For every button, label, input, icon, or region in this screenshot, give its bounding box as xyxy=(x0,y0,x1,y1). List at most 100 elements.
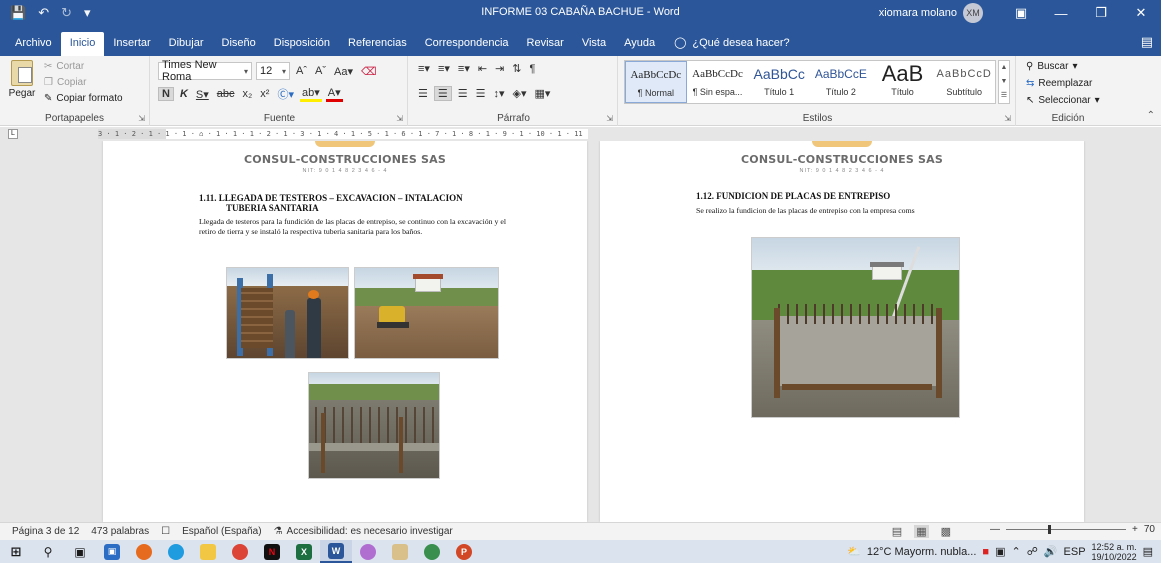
align-right-icon[interactable]: ☰ xyxy=(456,87,470,100)
search-icon[interactable]: ⚲ xyxy=(32,540,64,563)
multilevel-list-icon[interactable]: ≡▾ xyxy=(456,62,472,75)
tray-app-icon[interactable]: ▣ xyxy=(995,545,1005,558)
zoom-slider[interactable] xyxy=(1006,525,1127,534)
file-explorer-icon[interactable] xyxy=(192,540,224,563)
subscript-icon[interactable]: x₂ xyxy=(241,88,255,100)
volume-icon[interactable]: 🔊 xyxy=(1044,545,1058,558)
text-effects-icon[interactable]: Ⓒ▾ xyxy=(275,86,296,102)
align-center-icon[interactable]: ☰ xyxy=(433,86,452,101)
pilcrow-icon[interactable]: ¶ xyxy=(528,63,538,75)
restore-button[interactable]: ❐ xyxy=(1081,0,1121,26)
styles-launcher-icon[interactable]: ⇲ xyxy=(1004,114,1011,123)
minimize-button[interactable]: — xyxy=(1041,0,1081,26)
task-view-icon[interactable]: ▣ xyxy=(64,540,96,563)
italic-icon[interactable]: K xyxy=(178,88,190,100)
find-button[interactable]: ⚲ Buscar ▾ xyxy=(1026,58,1100,75)
network-icon[interactable]: ☍ xyxy=(1027,545,1038,558)
clock[interactable]: 12:52 a. m. 19/10/2022 xyxy=(1092,542,1137,562)
tab-ayuda[interactable]: Ayuda xyxy=(615,32,664,56)
style-title[interactable]: AaB Título xyxy=(872,61,934,103)
select-button[interactable]: ↖ Seleccionar ▾ xyxy=(1026,92,1100,109)
highlight-icon[interactable]: ab▾ xyxy=(300,86,322,102)
borders-icon[interactable]: ▦▾ xyxy=(533,87,553,100)
firefox-icon[interactable] xyxy=(128,540,160,563)
tell-me-box[interactable]: ◯ ¿Qué desea hacer? xyxy=(674,32,790,56)
chrome-icon[interactable] xyxy=(224,540,256,563)
chevron-up-icon[interactable]: ⌃ xyxy=(1011,545,1020,558)
zoom-out-icon[interactable]: — xyxy=(990,524,1000,535)
weather-icon[interactable]: ⛅ xyxy=(847,545,861,558)
line-spacing-icon[interactable]: ↕▾ xyxy=(492,87,507,100)
underline-icon[interactable]: S▾ xyxy=(194,88,211,101)
justify-icon[interactable]: ☰ xyxy=(474,87,488,100)
excel-icon[interactable]: X xyxy=(288,540,320,563)
decrease-indent-icon[interactable]: ⇤ xyxy=(476,62,489,75)
style-heading-2[interactable]: AaBbCcE Título 2 xyxy=(810,61,872,103)
copy-button[interactable]: ❐ Copiar xyxy=(44,75,123,91)
numbering-icon[interactable]: ≡▾ xyxy=(436,62,452,75)
tab-vista[interactable]: Vista xyxy=(573,32,615,56)
paste-button[interactable]: Pegar xyxy=(6,60,38,99)
print-layout-icon[interactable]: ▦ xyxy=(914,525,929,538)
photo-tuberia[interactable] xyxy=(308,372,440,479)
proofing-status[interactable]: ☐ xyxy=(161,526,170,537)
tab-dibujar[interactable]: Dibujar xyxy=(160,32,213,56)
strikethrough-icon[interactable]: abc xyxy=(215,88,237,100)
word-icon[interactable]: W xyxy=(320,540,352,563)
netflix-icon[interactable]: N xyxy=(256,540,288,563)
clipboard-launcher-icon[interactable]: ⇲ xyxy=(138,114,145,123)
cut-button[interactable]: ✂ Cortar xyxy=(44,59,123,75)
language-indicator[interactable]: Español (España) xyxy=(182,526,262,537)
photo-testeros[interactable] xyxy=(226,267,349,359)
document-area[interactable]: CONSUL-CONSTRUCCIONES SAS NIT: 9 0 1 4 8… xyxy=(0,141,1161,522)
clear-formatting-icon[interactable]: ⌫ xyxy=(359,65,379,78)
accessibility-status[interactable]: ⚗ Accesibilidad: es necesario investigar xyxy=(274,526,453,537)
tray-app-icon[interactable]: ■ xyxy=(982,546,989,558)
tab-revisar[interactable]: Revisar xyxy=(518,32,573,56)
increase-indent-icon[interactable]: ⇥ xyxy=(493,62,506,75)
shrink-font-icon[interactable]: Aˇ xyxy=(313,65,328,77)
tab-diseno[interactable]: Diseño xyxy=(213,32,265,56)
user-name[interactable]: xiomara molano xyxy=(879,7,957,19)
change-case-icon[interactable]: Aa▾ xyxy=(332,65,355,78)
collapse-ribbon-icon[interactable]: ⌃ xyxy=(1147,110,1155,121)
tab-disposicion[interactable]: Disposición xyxy=(265,32,339,56)
edge-icon[interactable] xyxy=(160,540,192,563)
zoom-level[interactable]: 70 xyxy=(1144,524,1155,535)
tab-selector[interactable]: L xyxy=(8,129,18,139)
chrome-profile-icon[interactable] xyxy=(416,540,448,563)
close-button[interactable]: ✕ xyxy=(1121,0,1161,26)
notifications-icon[interactable]: ▤ xyxy=(1143,545,1153,558)
snipping-tool-icon[interactable] xyxy=(352,540,384,563)
powerpoint-icon[interactable]: P xyxy=(448,540,480,563)
tab-correspondencia[interactable]: Correspondencia xyxy=(416,32,518,56)
align-left-icon[interactable]: ☰ xyxy=(416,87,430,100)
redo-icon[interactable]: ↻ xyxy=(61,5,72,21)
style-no-spacing[interactable]: AaBbCcDc ¶ Sin espa... xyxy=(687,61,749,103)
tab-inicio[interactable]: Inicio xyxy=(60,32,105,56)
tab-archivo[interactable]: Archivo xyxy=(6,32,61,56)
weather-text[interactable]: 12°C Mayorm. nubla... xyxy=(867,546,977,558)
app-icon[interactable] xyxy=(384,540,416,563)
font-size-select[interactable]: 12 ▾ xyxy=(256,62,290,80)
sort-icon[interactable]: ⇅ xyxy=(510,62,523,75)
style-subtitle[interactable]: AaBbCcD Subtítulo xyxy=(933,61,995,103)
undo-icon[interactable]: ↶ xyxy=(38,5,49,21)
page[interactable]: CONSUL-CONSTRUCCIONES SAS NIT: 9 0 1 4 8… xyxy=(600,141,1084,522)
page-count[interactable]: Página 3 de 12 xyxy=(12,526,79,537)
customize-qat-icon[interactable]: ▾ xyxy=(84,5,91,21)
format-painter-button[interactable]: ✎ Copiar formato xyxy=(44,91,123,107)
bold-icon[interactable]: N xyxy=(158,87,174,101)
tab-referencias[interactable]: Referencias xyxy=(339,32,416,56)
replace-button[interactable]: ⇆ Reemplazar xyxy=(1026,75,1100,92)
start-button[interactable]: ⊞ xyxy=(0,540,32,563)
store-icon[interactable]: ▣ xyxy=(96,540,128,563)
comments-icon[interactable]: ▤ xyxy=(1141,34,1153,50)
paragraph-launcher-icon[interactable]: ⇲ xyxy=(606,114,613,123)
superscript-icon[interactable]: x² xyxy=(258,88,271,100)
horizontal-ruler[interactable]: 3 · 1 · 2 · 1 · 1 · 1 · ⌂ · 1 · 1 · 1 · … xyxy=(98,129,588,139)
bullets-icon[interactable]: ≡▾ xyxy=(416,62,432,75)
styles-scroll[interactable]: ▲ ▼ ☰ xyxy=(998,60,1010,104)
avatar[interactable]: XM xyxy=(963,3,983,23)
read-mode-icon[interactable]: ▤ xyxy=(892,525,902,538)
